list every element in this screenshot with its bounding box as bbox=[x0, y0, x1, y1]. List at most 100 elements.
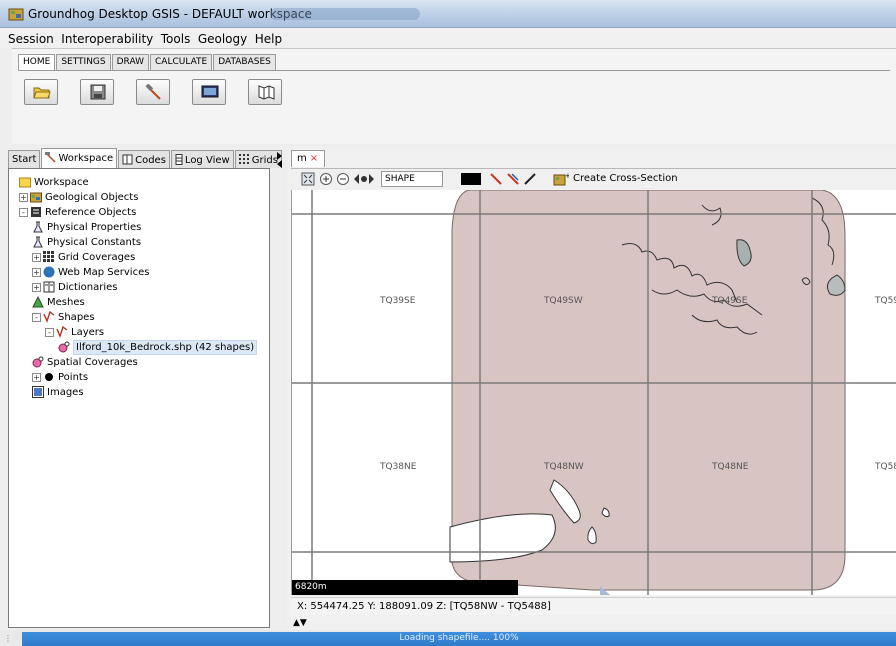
menu-bar: Session Interoperability Tools Geology H… bbox=[0, 28, 896, 48]
collapse-icon[interactable]: - bbox=[19, 208, 28, 217]
tree-node[interactable]: Spatial Coverages bbox=[13, 355, 269, 370]
tab-workspace[interactable]: Workspace bbox=[41, 148, 118, 168]
globe-icon bbox=[43, 266, 55, 278]
panel-splitter[interactable] bbox=[276, 150, 284, 170]
hammer-icon bbox=[45, 152, 56, 166]
tile-label: TQ48NE bbox=[711, 462, 749, 472]
tree-node-label: Physical Constants bbox=[47, 237, 142, 248]
zoom-extent-icon[interactable] bbox=[301, 172, 315, 186]
tree-node[interactable]: - Shapes bbox=[13, 310, 269, 325]
svg-text:+: + bbox=[565, 172, 569, 180]
collapse-icon[interactable]: - bbox=[32, 313, 41, 322]
menu-interoperability[interactable]: Interoperability bbox=[61, 28, 153, 46]
tree-node[interactable]: Images bbox=[13, 385, 269, 400]
left-panel: Start Workspace Codes Log View Grids Wor… bbox=[8, 148, 282, 628]
knife-icon[interactable] bbox=[523, 172, 537, 186]
close-icon[interactable]: × bbox=[310, 153, 318, 164]
ribbon-tabs: HOME SETTINGS DRAW CALCULATE DATABASES bbox=[18, 54, 277, 71]
tree-node[interactable]: Meshes bbox=[13, 295, 269, 310]
color-swatch[interactable] bbox=[461, 173, 481, 185]
tree-node[interactable]: + Web Map Services bbox=[13, 265, 269, 280]
pen-blue-icon[interactable] bbox=[506, 172, 520, 186]
menu-help[interactable]: Help bbox=[255, 28, 282, 46]
tree-node-label: Meshes bbox=[47, 297, 85, 308]
map-tabs: m × bbox=[291, 150, 326, 168]
tree-node-label: Workspace bbox=[34, 177, 89, 188]
tree-node[interactable]: + Points bbox=[13, 370, 269, 385]
expand-icon[interactable]: + bbox=[32, 253, 41, 262]
cross-section-icon: + bbox=[553, 172, 569, 186]
image-icon bbox=[32, 386, 44, 398]
map-canvas[interactable]: TQ39SE TQ49SW TQ49SE TQ59 TQ38NE TQ48NW … bbox=[291, 190, 896, 595]
tile-label: TQ58 bbox=[874, 462, 896, 472]
tools-button[interactable] bbox=[136, 79, 170, 105]
display-button[interactable] bbox=[192, 79, 226, 105]
tree-node-label: Physical Properties bbox=[47, 222, 142, 233]
open-folder-icon bbox=[33, 87, 51, 99]
flask-icon bbox=[32, 221, 44, 233]
tab-draw[interactable]: DRAW bbox=[111, 54, 150, 70]
expand-icon[interactable]: + bbox=[32, 373, 41, 382]
title-bar: Groundhog Desktop GSIS - DEFAULT workspa… bbox=[0, 0, 896, 28]
tree-node-label: Reference Objects bbox=[45, 207, 137, 218]
title-blur bbox=[270, 8, 420, 20]
log-icon bbox=[175, 154, 183, 168]
tree-node-label: Web Map Services bbox=[58, 267, 150, 278]
tile-label: TQ48NW bbox=[543, 462, 584, 472]
app-icon bbox=[8, 8, 24, 21]
tree-node[interactable]: + Dictionaries bbox=[13, 280, 269, 295]
tree-node[interactable]: Ilford_10k_Bedrock.shp (42 shapes) bbox=[13, 340, 269, 355]
collapse-arrows-icon[interactable]: ▲▼ bbox=[293, 618, 307, 628]
expand-icon[interactable]: + bbox=[32, 283, 41, 292]
menu-geology[interactable]: Geology bbox=[198, 28, 247, 46]
create-cross-section-button[interactable]: Create Cross-Section bbox=[573, 173, 678, 184]
tree-node[interactable]: Physical Constants bbox=[13, 235, 269, 250]
grip-icon: ⋮ bbox=[4, 634, 12, 643]
tree-node-label: Shapes bbox=[58, 312, 95, 323]
layer-file-icon bbox=[58, 341, 70, 353]
tab-log-view-label: Log View bbox=[184, 155, 230, 166]
tree-node-label: Points bbox=[58, 372, 89, 383]
menu-session[interactable]: Session bbox=[8, 28, 54, 46]
tab-map[interactable]: m × bbox=[291, 150, 326, 167]
tree-node[interactable]: Physical Properties bbox=[13, 220, 269, 235]
map-toolbar: SHAPE + Create Cross-Section bbox=[291, 168, 896, 188]
mesh-icon bbox=[32, 295, 44, 308]
save-disk-icon bbox=[90, 84, 106, 100]
expand-icon[interactable]: + bbox=[32, 268, 41, 277]
menu-tools[interactable]: Tools bbox=[161, 28, 191, 46]
tree-node-label: Dictionaries bbox=[58, 282, 118, 293]
open-button[interactable] bbox=[24, 79, 58, 105]
tab-start[interactable]: Start bbox=[8, 150, 41, 168]
tree-node-label: Images bbox=[47, 387, 84, 398]
tree-node-label: Geological Objects bbox=[45, 192, 139, 203]
progress-bar: Loading shapefile.... 100% bbox=[22, 632, 896, 646]
tab-grids[interactable]: Grids bbox=[234, 150, 282, 168]
tree-node[interactable]: - Layers bbox=[13, 325, 269, 340]
tab-settings[interactable]: SETTINGS bbox=[56, 54, 111, 70]
shape-icon bbox=[43, 310, 55, 323]
tree-node-label: Spatial Coverages bbox=[47, 357, 138, 368]
collapse-icon[interactable]: - bbox=[45, 328, 54, 337]
tree-node[interactable]: - Reference Objects bbox=[13, 205, 269, 220]
tab-log-view[interactable]: Log View bbox=[170, 150, 234, 168]
expand-icon[interactable]: + bbox=[19, 193, 28, 202]
tab-calculate[interactable]: CALCULATE bbox=[150, 54, 213, 70]
tab-map-label: m bbox=[297, 153, 307, 164]
tree-node[interactable]: + Grid Coverages bbox=[13, 250, 269, 265]
tab-databases[interactable]: DATABASES bbox=[213, 54, 276, 70]
tree-node[interactable]: + Geological Objects bbox=[13, 190, 269, 205]
tile-label: TQ49SW bbox=[543, 296, 583, 306]
ribbon-body bbox=[18, 70, 890, 140]
grid-icon bbox=[238, 154, 250, 168]
tab-home[interactable]: HOME bbox=[18, 54, 56, 70]
tab-codes[interactable]: Codes bbox=[118, 150, 170, 168]
dictionary-button[interactable] bbox=[248, 79, 282, 105]
shape-field[interactable]: SHAPE bbox=[381, 171, 443, 187]
tree-node[interactable]: Workspace bbox=[13, 175, 269, 190]
pan-icon[interactable] bbox=[353, 172, 375, 186]
zoom-in-icon[interactable] bbox=[319, 172, 333, 186]
save-button[interactable] bbox=[80, 79, 114, 105]
zoom-out-icon[interactable] bbox=[336, 172, 350, 186]
pen-red-icon[interactable] bbox=[489, 172, 503, 186]
